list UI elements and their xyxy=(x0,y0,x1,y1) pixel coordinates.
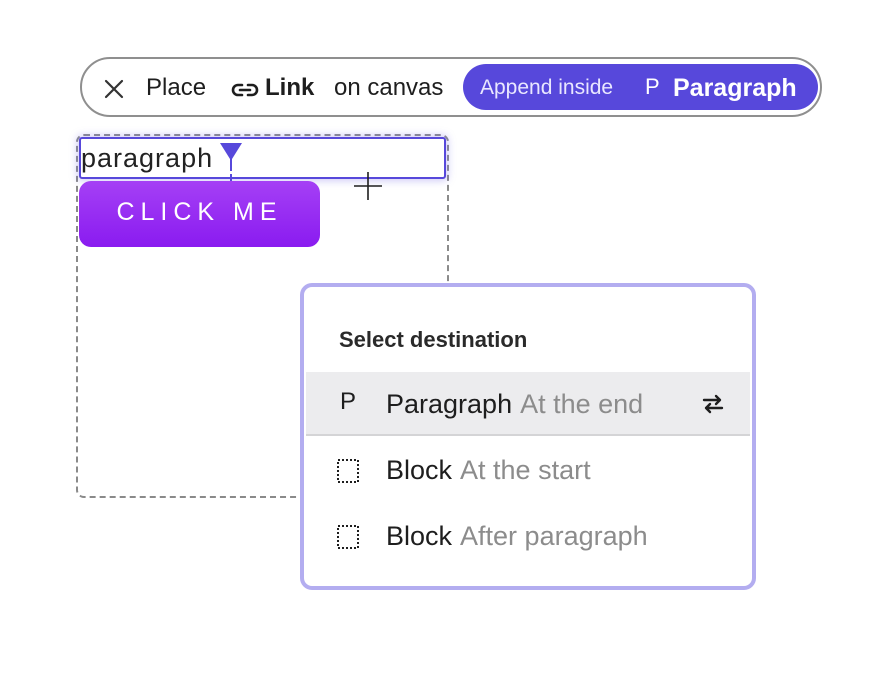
link-element-label: Link xyxy=(265,74,315,101)
block-icon xyxy=(337,459,359,483)
paragraph-text: paragraph xyxy=(81,143,214,173)
crosshair-cursor-icon xyxy=(354,172,382,200)
select-destination-popup: Select destination P Paragraph At the end… xyxy=(300,283,756,590)
option-label: Block After paragraph xyxy=(386,520,648,552)
swap-arrows-icon xyxy=(702,394,724,414)
link-icon xyxy=(231,83,259,97)
paragraph-icon: P xyxy=(645,74,660,99)
option-name: Block xyxy=(386,521,453,551)
placement-toolbar: Place Link on canvas Append inside P Par… xyxy=(80,57,822,117)
popup-title: Select destination xyxy=(339,327,528,352)
insertion-caret-top-icon xyxy=(220,143,242,171)
append-inside-label: Append inside xyxy=(480,76,614,99)
destination-option-block-after-paragraph[interactable]: Block After paragraph xyxy=(306,504,750,568)
destination-option-paragraph-end[interactable]: P Paragraph At the end xyxy=(306,372,750,436)
append-inside-button[interactable]: Append inside P Paragraph xyxy=(463,64,818,110)
option-name: Block xyxy=(386,455,453,485)
paragraph-icon: P xyxy=(340,388,357,415)
target-paragraph-label: Paragraph xyxy=(673,74,797,102)
close-icon[interactable] xyxy=(102,77,126,101)
option-name: Paragraph xyxy=(386,389,513,419)
option-label: Paragraph At the end xyxy=(386,388,643,420)
option-label: Block At the start xyxy=(386,454,591,486)
option-detail: At the start xyxy=(460,455,591,485)
option-detail: At the end xyxy=(520,389,644,419)
destination-option-block-start[interactable]: Block At the start xyxy=(306,438,750,502)
on-canvas-label: on canvas xyxy=(334,74,444,101)
option-detail: After paragraph xyxy=(460,521,648,551)
place-label: Place xyxy=(146,74,207,101)
block-icon xyxy=(337,525,359,549)
click-me-button[interactable]: CLICK ME xyxy=(79,181,320,247)
